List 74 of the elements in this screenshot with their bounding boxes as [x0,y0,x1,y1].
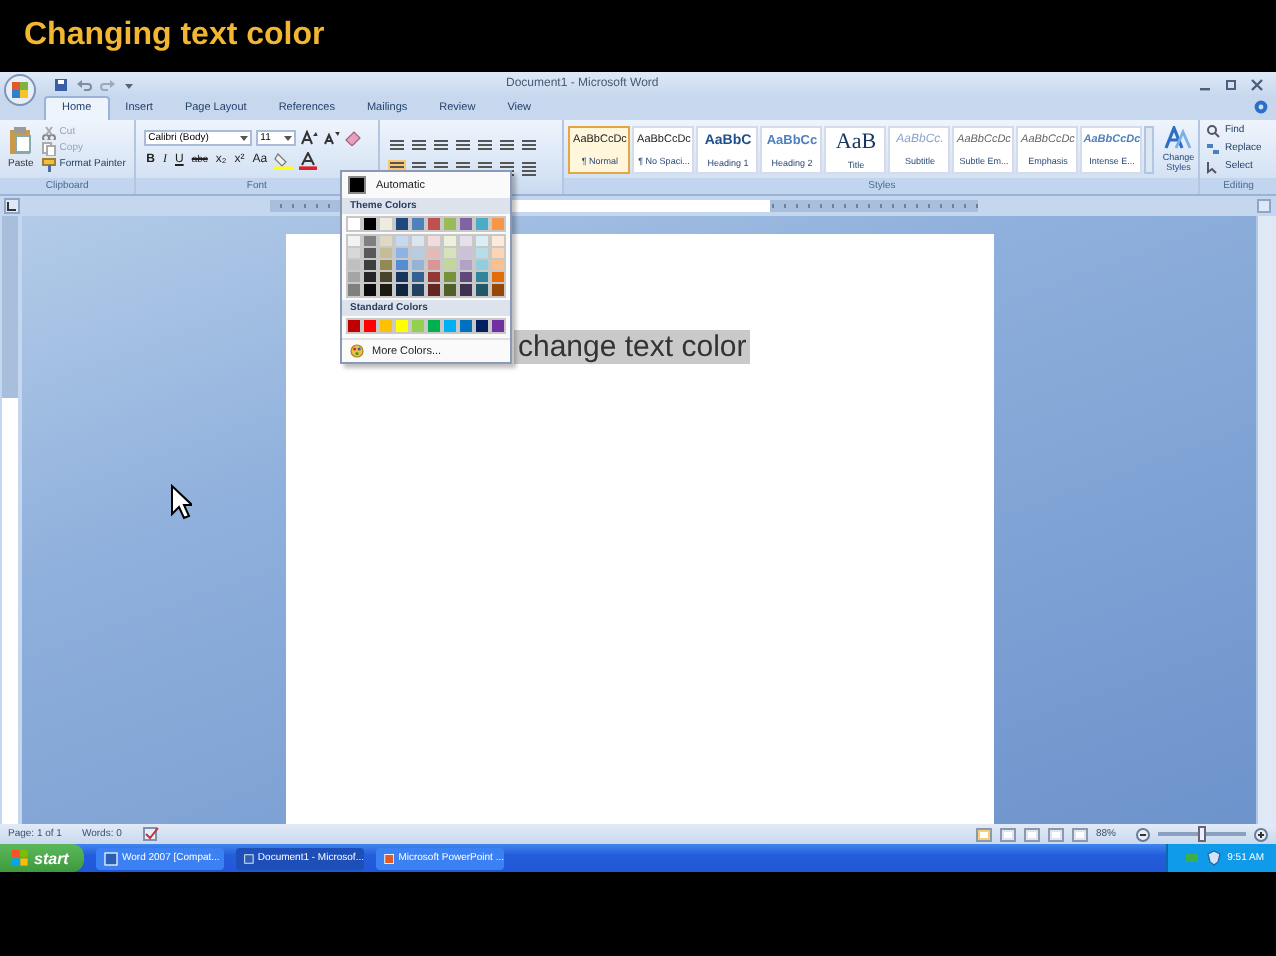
scissors-icon [41,126,56,141]
eraser-icon[interactable] [344,129,363,146]
undo-icon[interactable] [76,77,92,91]
redo-icon[interactable] [100,77,116,91]
color-swatch[interactable] [348,320,360,332]
color-swatch[interactable] [492,284,504,296]
grow-font-icon[interactable] [300,129,319,146]
color-swatch[interactable] [348,284,360,296]
color-swatch[interactable] [396,320,408,332]
color-swatch[interactable] [428,218,440,230]
help-icon[interactable] [1254,100,1268,114]
color-swatch[interactable] [364,284,376,296]
outline-icon[interactable] [1047,827,1064,842]
color-swatch[interactable] [492,218,504,230]
color-swatch[interactable] [364,320,376,332]
draft-icon[interactable] [1071,827,1088,842]
highlighter-icon[interactable] [273,151,294,170]
zoom-in-icon[interactable] [1254,827,1268,842]
color-swatch[interactable] [364,218,376,230]
color-swatch[interactable] [476,284,488,296]
document-text: change text color [514,330,751,365]
gallery-scrollbar[interactable] [1144,126,1154,174]
mouse-pointer-icon [170,484,192,521]
dropdown-arrow-icon [240,133,249,142]
font-color-icon[interactable] [297,151,318,170]
dropdown-arrow-icon [284,133,293,142]
save-icon[interactable] [54,77,68,91]
color-swatch[interactable] [412,320,424,332]
color-swatch[interactable] [444,218,456,230]
zoom-out-icon[interactable] [1136,827,1150,842]
color-swatch[interactable] [460,320,472,332]
color-swatch[interactable] [396,284,408,296]
color-swatch[interactable] [476,320,488,332]
ruler-toggle-icon[interactable] [1256,198,1272,215]
color-swatch[interactable] [492,320,504,332]
color-swatch[interactable] [444,320,456,332]
zoom-slider[interactable] [1158,832,1246,837]
replace-icon [1206,142,1221,157]
print-layout-icon[interactable] [975,827,992,842]
maximize-icon[interactable] [1224,77,1238,91]
color-swatch[interactable] [380,284,392,296]
color-swatch[interactable] [380,320,392,332]
color-swatch[interactable] [396,218,408,230]
shrink-font-icon[interactable] [322,129,341,146]
windows-logo-icon [12,850,28,866]
color-swatch[interactable] [460,218,472,230]
styles-icon [1164,126,1193,150]
slide-title: Changing text color [24,18,325,54]
tab-selector-icon[interactable] [4,198,20,215]
clipboard-icon [8,126,33,154]
proofing-icon[interactable] [141,826,160,843]
document-app-icon [244,851,254,865]
copy-icon [41,142,56,157]
color-swatch[interactable] [348,218,360,230]
color-swatch[interactable] [428,320,440,332]
color-swatch[interactable] [476,218,488,230]
shield-icon [1205,850,1222,866]
color-swatch[interactable] [380,218,392,230]
color-swatch[interactable] [412,284,424,296]
color-swatch[interactable] [412,218,424,230]
full-screen-icon[interactable] [999,827,1016,842]
color-swatch[interactable] [428,284,440,296]
close-icon[interactable] [1250,77,1264,91]
document-app-icon [104,851,118,865]
slides-app-icon [384,851,395,865]
color-swatch[interactable] [444,284,456,296]
palette-icon [350,344,364,358]
binoculars-icon [1206,124,1221,139]
color-swatch[interactable] [460,284,472,296]
network-icon [1183,850,1200,866]
vertical-scrollbar[interactable] [1256,216,1276,825]
web-layout-icon[interactable] [1023,827,1040,842]
brush-icon [41,158,56,173]
automatic-swatch [348,176,366,194]
